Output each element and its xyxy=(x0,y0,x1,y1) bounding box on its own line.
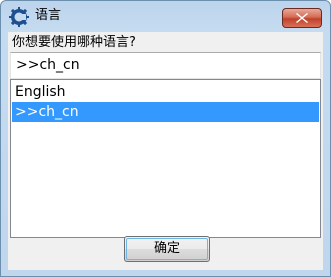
ok-button-label: 确定 xyxy=(153,241,180,256)
gear-logo-icon xyxy=(9,7,29,27)
ok-button[interactable]: 确定 xyxy=(124,236,210,262)
list-item-ch-cn[interactable]: >>ch_cn xyxy=(12,102,319,122)
title-bar[interactable]: 语言 xyxy=(1,1,330,31)
language-prompt-label: 你想要使用哪种语言? xyxy=(12,35,136,50)
close-button[interactable] xyxy=(282,8,322,28)
language-input[interactable]: >>ch_cn xyxy=(10,52,321,79)
window-title: 语言 xyxy=(35,8,62,23)
language-dialog-window: 语言 你想要使用哪种语言? >>ch_cn English >>ch_cn 确定 xyxy=(0,0,331,277)
dialog-body: 你想要使用哪种语言? >>ch_cn English >>ch_cn 确定 xyxy=(8,32,323,270)
language-list[interactable]: English >>ch_cn xyxy=(10,79,321,238)
list-item-english[interactable]: English xyxy=(12,82,319,102)
